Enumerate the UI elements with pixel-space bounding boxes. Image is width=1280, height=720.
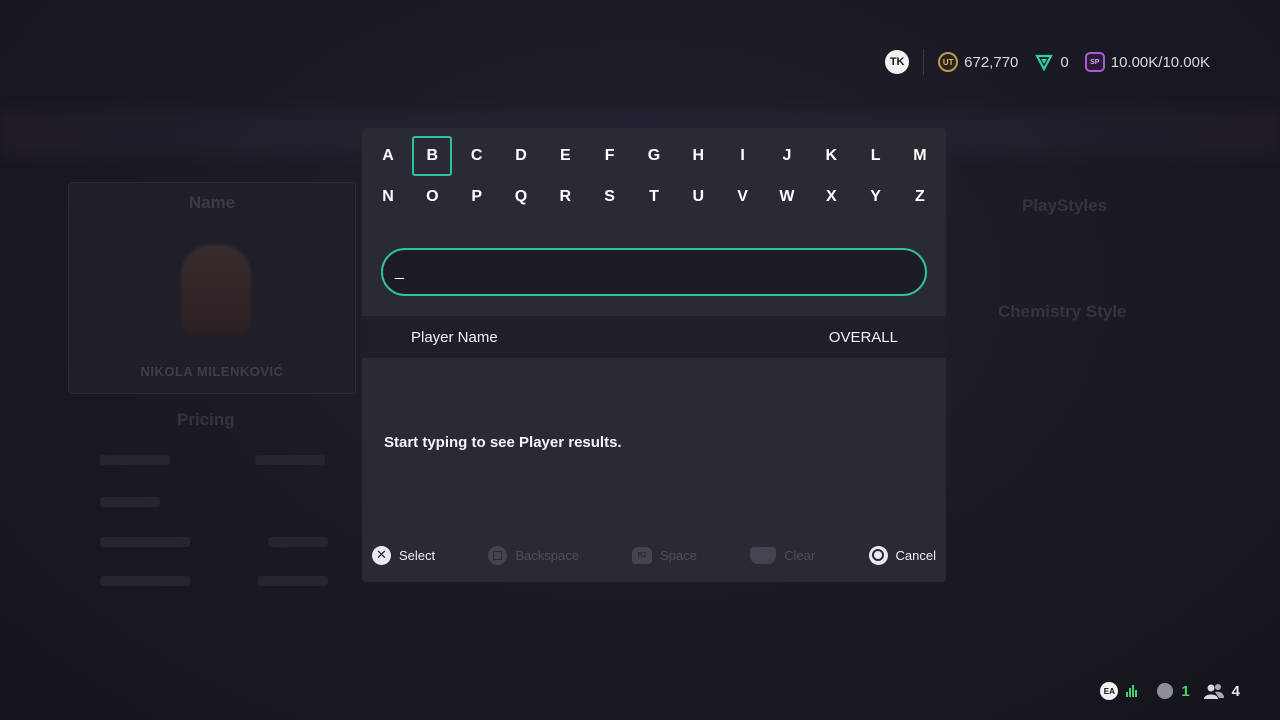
column-player-name: Player Name: [411, 328, 498, 346]
clear-label: Clear: [784, 547, 816, 563]
key-o[interactable]: O: [412, 177, 452, 217]
r2-button-icon: R2: [632, 546, 653, 564]
player-photo: [181, 245, 251, 335]
key-s[interactable]: S: [590, 177, 630, 217]
key-g[interactable]: G: [634, 136, 674, 176]
square-button-icon: [488, 545, 508, 565]
background-line: [258, 576, 328, 586]
space-label: Space: [660, 547, 698, 563]
background-line: [100, 576, 190, 586]
key-x[interactable]: X: [811, 177, 851, 217]
sp-icon: SP: [1084, 52, 1105, 72]
sp-balance: SP 10.00K/10.00K: [1084, 52, 1210, 72]
key-b[interactable]: B: [412, 136, 453, 176]
touchpad-icon: [750, 546, 777, 564]
column-overall: OVERALL: [828, 328, 898, 346]
points-balance: 0: [1034, 52, 1069, 72]
key-z[interactable]: Z: [900, 177, 940, 217]
background-player-name: NIKOLA MILENKOVIĆ: [140, 364, 284, 379]
key-f[interactable]: F: [590, 136, 630, 176]
currency-bar: TK UT 672,770 0 SP 10.00K/10.00K: [885, 48, 1218, 76]
background-line: [100, 497, 160, 507]
key-q[interactable]: Q: [501, 177, 541, 217]
background-line: [100, 455, 170, 465]
background-playstyles-label: PlayStyles: [1022, 196, 1108, 215]
player-search-input[interactable]: _: [381, 248, 927, 296]
connection-signal-icon: [1126, 685, 1138, 697]
key-v[interactable]: V: [723, 177, 763, 217]
system-status: EA 1 4: [1100, 682, 1240, 700]
ea-logo-icon: EA: [1100, 682, 1119, 700]
backspace-action[interactable]: Backspace: [488, 545, 579, 565]
coins-balance: UT 672,770: [938, 52, 1018, 72]
friends-icon[interactable]: [1203, 683, 1224, 699]
key-m[interactable]: M: [900, 136, 940, 176]
key-d[interactable]: D: [501, 136, 541, 176]
points-value: 0: [1060, 53, 1069, 71]
rank-icon: [1157, 683, 1174, 699]
coins-value: 672,770: [964, 53, 1019, 71]
key-a[interactable]: A: [368, 136, 408, 176]
search-input-value: _: [395, 263, 404, 280]
button-legend: ✕ Select Backspace R2 Space Clear Cancel: [372, 544, 936, 566]
results-list: Start typing to see Player results. ✕ Se…: [362, 358, 946, 582]
select-label: Select: [399, 547, 436, 563]
divider: [923, 49, 925, 75]
keyboard-row-2: NOPQRSTUVWXYZ: [368, 177, 940, 217]
results-header: Player Name OVERALL: [362, 316, 946, 358]
key-k[interactable]: K: [811, 136, 851, 176]
background-line: [268, 537, 328, 547]
club-badge-icon[interactable]: TK: [885, 50, 910, 74]
fc-points-icon: [1034, 52, 1054, 72]
key-n[interactable]: N: [368, 177, 408, 217]
key-c[interactable]: C: [457, 136, 497, 176]
cancel-label: Cancel: [895, 547, 936, 563]
background-chemistry-label: Chemistry Style: [998, 302, 1127, 321]
cancel-action[interactable]: Cancel: [868, 545, 936, 565]
key-e[interactable]: E: [545, 136, 585, 176]
coin-icon: UT: [938, 52, 959, 72]
friends-count: 4: [1231, 682, 1240, 700]
rank-value: 1: [1181, 682, 1190, 700]
key-y[interactable]: Y: [856, 177, 896, 217]
key-w[interactable]: W: [767, 177, 807, 217]
key-p[interactable]: P: [457, 177, 497, 217]
background-line: [255, 455, 325, 465]
keyboard-row-1: ABCDEFGHIJKLM: [368, 136, 940, 176]
sp-value: 10.00K/10.00K: [1110, 53, 1210, 71]
background-player-card: Name NIKOLA MILENKOVIĆ: [68, 182, 356, 394]
clear-action[interactable]: Clear: [750, 546, 816, 564]
cross-button-icon: ✕: [372, 545, 391, 565]
background-line: [100, 537, 190, 547]
key-r[interactable]: R: [545, 177, 585, 217]
circle-button-icon: [868, 545, 888, 565]
key-i[interactable]: I: [723, 136, 763, 176]
space-action[interactable]: R2 Space: [632, 546, 698, 564]
key-h[interactable]: H: [678, 136, 718, 176]
empty-results-message: Start typing to see Player results.: [384, 434, 622, 451]
key-j[interactable]: J: [767, 136, 807, 176]
background-card-title: Name: [188, 193, 236, 212]
key-l[interactable]: L: [856, 136, 896, 176]
key-t[interactable]: T: [634, 177, 674, 217]
key-u[interactable]: U: [678, 177, 718, 217]
select-action[interactable]: ✕ Select: [372, 545, 436, 565]
backspace-label: Backspace: [515, 547, 579, 563]
background-pricing-label: Pricing: [177, 410, 235, 429]
player-search-modal: ABCDEFGHIJKLM NOPQRSTUVWXYZ _ Player Nam…: [362, 128, 946, 582]
